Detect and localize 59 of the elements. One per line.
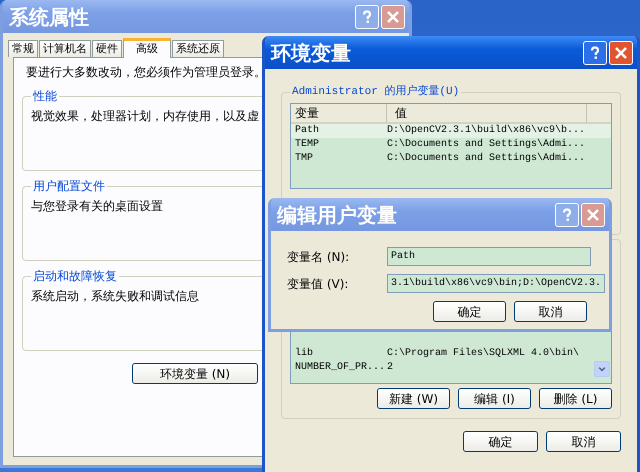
list-row[interactable]: NUMBER_OF_PR... 2 — [291, 361, 611, 375]
close-button[interactable] — [609, 40, 633, 64]
input-field[interactable]: 3.1\build\x86\vc9\bin;D:\OpenCV2.3. — [387, 274, 606, 293]
scroll-down-button[interactable] — [594, 361, 610, 377]
window-title: 编辑用户变量 — [277, 202, 398, 228]
dialog-button[interactable]: 新建 (W) — [377, 388, 450, 409]
close-icon — [386, 10, 400, 24]
list-row[interactable]: Path D:\OpenCV2.3.1\build\x86\vc9\b... — [291, 124, 611, 138]
help-icon — [588, 46, 602, 60]
column-header: 值 — [387, 104, 587, 122]
dialog-button[interactable]: 编辑 (I) — [458, 388, 531, 409]
variable-name: TEMP — [294, 138, 320, 152]
environment-variables-button[interactable]: 环境变量 (N) — [132, 363, 258, 384]
help-button[interactable] — [355, 4, 379, 28]
group-description: 视觉效果，处理器计划，内存使用，以及虚 — [31, 108, 259, 125]
group-title: 启动和故障恢复 — [32, 269, 118, 283]
variable-value: C:\Documents and Settings\Admi... — [387, 152, 586, 166]
close-button[interactable] — [381, 4, 405, 28]
input-field[interactable]: Path — [387, 247, 591, 266]
list-row[interactable]: lib C:\Program Files\SQLXML 4.0\bin\ — [291, 347, 611, 361]
dialog-button[interactable]: 确定 — [433, 301, 506, 322]
close-icon — [586, 208, 600, 222]
help-button[interactable] — [555, 202, 579, 226]
tab[interactable]: 高级 — [123, 38, 171, 58]
tab[interactable]: 计算机名 — [39, 40, 91, 57]
group-title: 用户配置文件 — [32, 179, 106, 193]
dialog-button[interactable]: 确定 — [463, 431, 538, 452]
dialog-button[interactable]: 删除 (L) — [539, 388, 612, 409]
window-title: 系统属性 — [9, 4, 90, 30]
group-title: Administrator 的用户变量(U) — [291, 85, 460, 99]
variable-name: lib — [294, 347, 314, 361]
help-button[interactable] — [583, 40, 607, 64]
help-icon — [560, 208, 574, 222]
help-icon — [360, 10, 374, 24]
group-description: 与您登录有关的桌面设置 — [31, 198, 163, 215]
close-icon — [614, 46, 628, 60]
variable-value: 2 — [387, 361, 394, 375]
variable-name: NUMBER_OF_PR... — [294, 361, 386, 375]
tab[interactable]: 系统还原 — [172, 40, 224, 57]
group-title: 性能 — [32, 89, 58, 103]
column-header: 变量 — [291, 104, 387, 122]
window-title: 环境变量 — [271, 40, 352, 66]
variable-value: C:\Program Files\SQLXML 4.0\bin\ — [387, 347, 580, 361]
field-label: 变量名 (N): — [287, 248, 350, 266]
group-description: 系统启动，系统失败和调试信息 — [31, 288, 199, 305]
variable-value: C:\Documents and Settings\Admi... — [387, 138, 586, 152]
list-row[interactable]: TEMP C:\Documents and Settings\Admi... — [291, 138, 611, 152]
variable-name: TMP — [294, 152, 314, 166]
field-label: 变量值 (V): — [287, 276, 350, 292]
tab[interactable]: 常规 — [8, 40, 38, 57]
dialog-button[interactable]: 取消 — [546, 431, 621, 452]
list-row[interactable]: TMP C:\Documents and Settings\Admi... — [291, 152, 611, 166]
tab[interactable]: 硬件 — [92, 40, 122, 57]
variable-value: D:\OpenCV2.3.1\build\x86\vc9\b... — [387, 124, 586, 138]
chevron-down-icon — [597, 364, 607, 374]
close-button[interactable] — [581, 202, 605, 226]
dialog-button[interactable]: 取消 — [514, 301, 587, 322]
notice-text: 要进行大多数改动，您必须作为管理员登录。 — [25, 64, 267, 81]
variable-name: Path — [294, 124, 320, 138]
